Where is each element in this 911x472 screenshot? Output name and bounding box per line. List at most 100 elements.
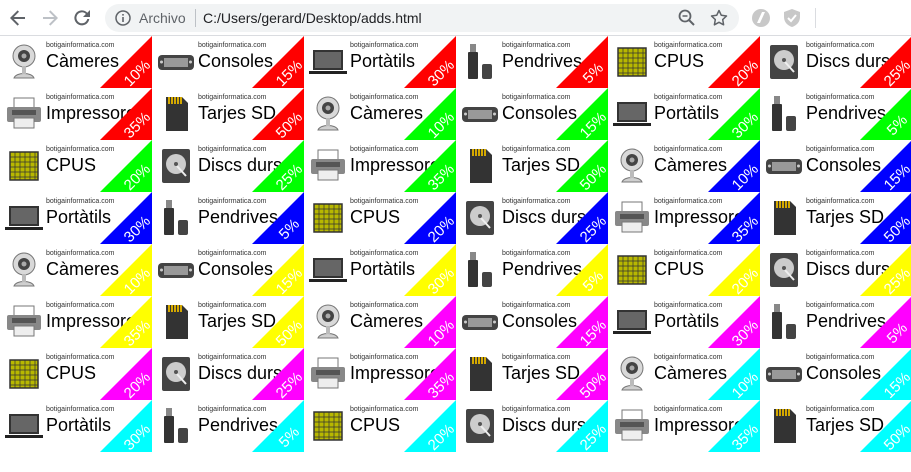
ad-banner[interactable]: botigainformatica.com Pendrives 5% xyxy=(760,88,911,140)
usb-drive-icon xyxy=(772,304,796,339)
ad-banner[interactable]: botigainformatica.com Consoles 15% xyxy=(760,140,911,192)
browser-toolbar: Archivo C:/Users/gerard/Desktop/adds.htm… xyxy=(0,0,911,36)
address-bar[interactable]: Archivo C:/Users/gerard/Desktop/adds.htm… xyxy=(105,4,739,32)
laptop-icon xyxy=(613,102,651,126)
ad-product-name: CPUS xyxy=(350,415,401,435)
cpu-chip-icon xyxy=(617,255,647,285)
camera-icon xyxy=(316,96,340,131)
reload-button[interactable] xyxy=(70,6,94,30)
cpu-chip-icon xyxy=(313,411,343,441)
ad-banner[interactable]: botigainformatica.com Portàtils 30% xyxy=(304,36,456,88)
ad-banner[interactable]: botigainformatica.com Impressores 35% xyxy=(304,140,456,192)
ad-banner[interactable]: botigainformatica.com Impressores 35% xyxy=(0,296,152,348)
ad-banner[interactable]: botigainformatica.com Discs durs 25% xyxy=(760,36,911,88)
laptop-icon xyxy=(5,414,43,438)
ad-banner[interactable]: botigainformatica.com Discs durs 25% xyxy=(152,348,304,400)
info-icon[interactable] xyxy=(115,10,131,26)
ad-banner[interactable]: botigainformatica.com Discs durs 25% xyxy=(760,244,911,296)
ad-banner[interactable]: botigainformatica.com Consoles 15% xyxy=(152,244,304,296)
ad-banner[interactable]: botigainformatica.com Pendrives 5% xyxy=(760,296,911,348)
address-separator xyxy=(195,9,196,27)
ad-banner[interactable]: botigainformatica.com Càmeres 10% xyxy=(608,348,760,400)
ad-banner[interactable]: botigainformatica.com Discs durs 25% xyxy=(152,140,304,192)
ad-banner[interactable]: botigainformatica.com Tarjes SD 50% xyxy=(456,348,608,400)
ad-banner[interactable]: botigainformatica.com Consoles 15% xyxy=(152,36,304,88)
ad-banner[interactable]: botigainformatica.com Tarjes SD 50% xyxy=(456,140,608,192)
discount-ribbon: 10% xyxy=(708,348,760,400)
discount-ribbon: 35% xyxy=(708,192,760,244)
ad-banner[interactable]: botigainformatica.com Tarjes SD 50% xyxy=(152,88,304,140)
ad-banner[interactable]: botigainformatica.com Càmeres 10% xyxy=(0,244,152,296)
discount-ribbon: 50% xyxy=(860,193,911,244)
ad-banner[interactable]: botigainformatica.com CPUS 20% xyxy=(608,36,760,88)
ad-banner[interactable]: botigainformatica.com Impressores 35% xyxy=(304,348,456,400)
discount-ribbon: 30% xyxy=(404,36,456,88)
discount-ribbon: 30% xyxy=(100,400,152,452)
camera-icon xyxy=(620,148,644,183)
cpu-chip-icon xyxy=(313,203,343,233)
ad-product-name: CPUS xyxy=(46,155,97,175)
ad-banner[interactable]: botigainformatica.com Pendrives 5% xyxy=(152,400,304,452)
discount-ribbon: 25% xyxy=(252,348,304,400)
ad-banner[interactable]: botigainformatica.com Portàtils 30% xyxy=(0,192,152,244)
ad-banner[interactable]: botigainformatica.com Portàtils 30% xyxy=(304,244,456,296)
ad-banner[interactable]: botigainformatica.com Pendrives 5% xyxy=(456,244,608,296)
ad-banner[interactable]: botigainformatica.com CPUS 20% xyxy=(0,348,152,400)
ribbon-shape xyxy=(556,36,608,88)
zoom-icon[interactable] xyxy=(677,8,697,28)
discount-ribbon: 20% xyxy=(100,140,152,192)
ad-banner[interactable]: botigainformatica.com CPUS 20% xyxy=(304,400,456,452)
shield-check-icon[interactable] xyxy=(782,8,802,28)
back-button[interactable] xyxy=(6,6,30,30)
discount-ribbon: 50% xyxy=(252,88,304,140)
bookmark-star-icon[interactable] xyxy=(709,8,729,28)
laptop-icon xyxy=(309,50,347,74)
ad-banner[interactable]: botigainformatica.com Consoles 15% xyxy=(760,348,911,400)
gamepad-icon xyxy=(462,315,498,330)
extension-icon[interactable] xyxy=(751,8,771,28)
discount-ribbon: 5% xyxy=(860,89,911,140)
ad-banner[interactable]: botigainformatica.com Tarjes SD 50% xyxy=(152,296,304,348)
ad-banner[interactable]: botigainformatica.com CPUS 20% xyxy=(304,192,456,244)
hard-disk-icon xyxy=(770,45,798,79)
laptop-icon xyxy=(5,206,43,230)
ad-banner[interactable]: botigainformatica.com Portàtils 30% xyxy=(0,400,152,452)
camera-icon xyxy=(620,356,644,391)
gamepad-icon xyxy=(766,159,802,174)
ad-banner[interactable]: botigainformatica.com Impressores 35% xyxy=(608,192,760,244)
ad-banner[interactable]: botigainformatica.com CPUS 20% xyxy=(0,140,152,192)
ad-banner[interactable]: botigainformatica.com Portàtils 30% xyxy=(608,296,760,348)
ad-banner[interactable]: botigainformatica.com Portàtils 30% xyxy=(608,88,760,140)
ad-banner[interactable]: botigainformatica.com Càmeres 10% xyxy=(608,140,760,192)
ad-banner[interactable]: botigainformatica.com CPUS 20% xyxy=(608,244,760,296)
ad-banner[interactable]: botigainformatica.com Càmeres 10% xyxy=(304,296,456,348)
camera-icon xyxy=(12,252,36,287)
discount-ribbon: 5% xyxy=(860,297,911,348)
discount-ribbon: 25% xyxy=(556,192,608,244)
ad-banner[interactable]: botigainformatica.com Impressores 35% xyxy=(0,88,152,140)
ad-product-name: CPUS xyxy=(654,51,705,71)
discount-ribbon: 25% xyxy=(860,37,911,88)
ad-banner[interactable]: botigainformatica.com Impressores 35% xyxy=(608,400,760,452)
url-text[interactable]: C:/Users/gerard/Desktop/adds.html xyxy=(203,10,422,26)
discount-ribbon: 15% xyxy=(556,296,608,348)
ad-banner[interactable]: botigainformatica.com Consoles 15% xyxy=(456,296,608,348)
sd-card-icon xyxy=(774,409,796,443)
ad-banner[interactable]: botigainformatica.com Tarjes SD 50% xyxy=(760,400,911,452)
ad-banner[interactable]: botigainformatica.com Pendrives 5% xyxy=(456,36,608,88)
discount-ribbon: 10% xyxy=(100,244,152,296)
hard-disk-icon xyxy=(466,201,494,235)
discount-ribbon: 35% xyxy=(100,296,152,348)
ad-banner[interactable]: botigainformatica.com Discs durs 25% xyxy=(456,192,608,244)
ad-banner[interactable]: botigainformatica.com Consoles 15% xyxy=(456,88,608,140)
ad-banner[interactable]: botigainformatica.com Pendrives 5% xyxy=(152,192,304,244)
sd-card-icon xyxy=(166,97,188,131)
ad-banner[interactable]: botigainformatica.com Discs durs 25% xyxy=(456,400,608,452)
ad-banner[interactable]: botigainformatica.com Càmeres 10% xyxy=(0,36,152,88)
ad-banner[interactable]: botigainformatica.com Tarjes SD 50% xyxy=(760,192,911,244)
forward-button[interactable] xyxy=(38,6,62,30)
ad-banner[interactable]: botigainformatica.com Càmeres 10% xyxy=(304,88,456,140)
discount-ribbon: 35% xyxy=(708,400,760,452)
arrow-left-icon xyxy=(10,10,25,26)
sd-card-icon xyxy=(774,201,796,235)
